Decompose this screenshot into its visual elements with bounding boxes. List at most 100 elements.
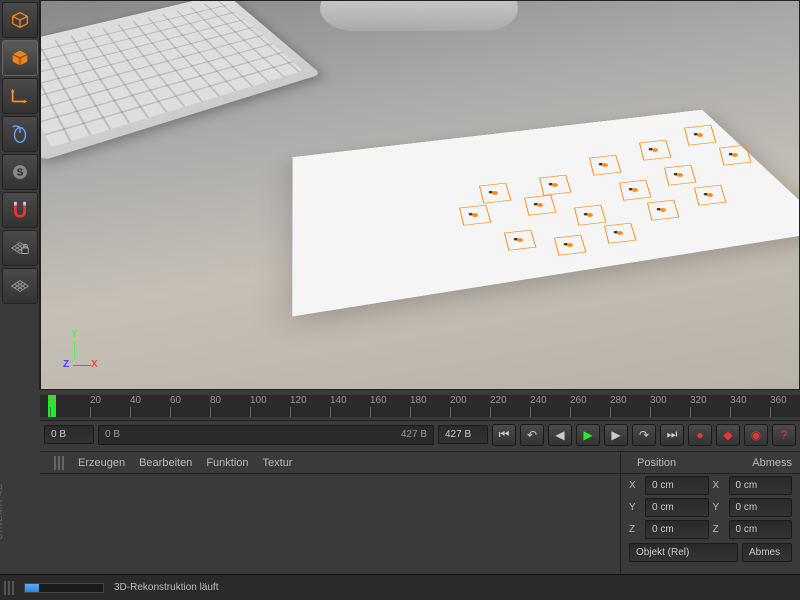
status-grip-icon[interactable]: [4, 581, 14, 595]
goto-first-button[interactable]: ⏮: [492, 424, 516, 446]
range-end-label: 427 B: [401, 429, 427, 440]
prev-frame-button[interactable]: ◀: [548, 424, 572, 446]
motion-tracker-marker[interactable]: [719, 145, 751, 166]
motion-tracker-marker[interactable]: [664, 165, 696, 186]
brand-line2: CINEMA 4D: [0, 482, 4, 540]
tool-magnet-icon[interactable]: [2, 192, 38, 228]
timeline-tick: 120: [290, 395, 307, 406]
timeline-tick: 180: [410, 395, 427, 406]
size-column-label: Abmess: [752, 457, 792, 469]
coord-y-label: Y: [629, 502, 641, 513]
timeline-tick: 220: [490, 395, 507, 406]
motion-tracker-marker[interactable]: [459, 205, 491, 226]
motion-tracker-marker[interactable]: [539, 175, 571, 196]
coord-mode-select[interactable]: Objekt (Rel): [629, 543, 738, 562]
menu-erzeugen[interactable]: Erzeugen: [78, 457, 125, 469]
timeline-tick: 240: [530, 395, 547, 406]
position-column-label: Position: [637, 457, 676, 469]
timeline-start-field[interactable]: 0 B: [44, 425, 94, 444]
record-button[interactable]: ●: [688, 424, 712, 446]
help-button[interactable]: ?: [772, 424, 796, 446]
coord-y-label2: Y: [713, 502, 725, 513]
timeline-tick: 160: [370, 395, 387, 406]
timeline-range-bar[interactable]: 0 B 427 B: [98, 425, 434, 445]
attribute-panel: Erzeugen Bearbeiten Funktion Textur Posi…: [40, 451, 800, 574]
motion-tracker-marker[interactable]: [504, 230, 536, 251]
timeline-tick: 60: [170, 395, 181, 406]
timeline-tick: 260: [570, 395, 587, 406]
menu-bearbeiten[interactable]: Bearbeiten: [139, 457, 192, 469]
timeline-tick: 0: [50, 395, 56, 406]
coordinates-panel: Position Abmess X 0 cm X 0 cm Y 0 cm Y 0…: [620, 452, 800, 574]
motion-tracker-marker[interactable]: [479, 183, 511, 204]
motion-tracker-marker[interactable]: [639, 140, 671, 161]
timeline-tick: 20: [90, 395, 101, 406]
coord-z-position-field[interactable]: 0 cm: [645, 520, 709, 539]
motion-tracker-marker[interactable]: [574, 205, 606, 226]
timeline-tick: 300: [650, 395, 667, 406]
tool-grid-icon[interactable]: [2, 268, 38, 304]
transport-bar: 0 B 0 B 427 B 427 B ⏮ ↶ ◀ ▶ ▶ ↷ ⏭ ● ◆ ◉ …: [40, 420, 800, 448]
coord-z-label: Z: [629, 524, 641, 535]
coord-x-label: X: [629, 480, 641, 491]
status-bar: 3D-Rekonstruktion läuft: [0, 574, 800, 600]
coord-x-position-field[interactable]: 0 cm: [645, 476, 709, 495]
attribute-left: Erzeugen Bearbeiten Funktion Textur: [40, 452, 620, 574]
tool-sphere-s-icon[interactable]: S: [2, 154, 38, 190]
size-mode-select[interactable]: Abmes: [742, 543, 792, 562]
axis-z-label: Z: [63, 359, 69, 370]
viewport-scene: Y X Z: [41, 1, 799, 389]
forward-button[interactable]: ↷: [632, 424, 656, 446]
viewport[interactable]: Y X Z: [40, 0, 800, 390]
coord-y-position-field[interactable]: 0 cm: [645, 498, 709, 517]
motion-tracker-marker[interactable]: [619, 180, 651, 201]
timeline-ruler[interactable]: 0 20 40 60 80 100 120 140 160 180 200 220 240 260 280 3…: [40, 395, 800, 417]
panel-grip-icon[interactable]: [54, 456, 64, 470]
status-text: 3D-Rekonstruktion läuft: [114, 582, 219, 593]
timeline-tick: 340: [730, 395, 747, 406]
motion-tracker-marker[interactable]: [694, 185, 726, 206]
coord-x-label2: X: [713, 480, 725, 491]
timeline-tick: 320: [690, 395, 707, 406]
coord-x-size-field[interactable]: 0 cm: [729, 476, 793, 495]
tool-model-wire-icon[interactable]: [2, 2, 38, 38]
range-start-label: 0 B: [105, 429, 120, 440]
tool-axis-move-icon[interactable]: [2, 78, 38, 114]
autokey-button[interactable]: ◉: [744, 424, 768, 446]
timeline-tick: 200: [450, 395, 467, 406]
attribute-menu: Erzeugen Bearbeiten Funktion Textur: [40, 452, 620, 474]
timeline-tick: 40: [130, 395, 141, 406]
play-button[interactable]: ▶: [576, 424, 600, 446]
svg-text:S: S: [17, 168, 24, 179]
scene-keyboard: [40, 0, 321, 161]
menu-funktion[interactable]: Funktion: [206, 457, 248, 469]
tool-mouse-icon[interactable]: [2, 116, 38, 152]
keyframe-button[interactable]: ◆: [716, 424, 740, 446]
timeline-tick: 80: [210, 395, 221, 406]
brand-logo: MAXON CINEMA 4D: [0, 482, 4, 540]
axis-y-label: Y: [71, 329, 78, 340]
motion-tracker-marker[interactable]: [554, 235, 586, 256]
scene-monitor-base: [314, 0, 524, 31]
timeline-current-field[interactable]: 427 B: [438, 425, 488, 444]
timeline-tick: 280: [610, 395, 627, 406]
motion-tracker-marker[interactable]: [684, 125, 716, 146]
coord-y-size-field[interactable]: 0 cm: [729, 498, 793, 517]
rewind-button[interactable]: ↶: [520, 424, 544, 446]
left-toolbar: S: [0, 0, 40, 390]
motion-tracker-marker[interactable]: [589, 155, 621, 176]
timeline-tick: 100: [250, 395, 267, 406]
menu-textur[interactable]: Textur: [263, 457, 293, 469]
tool-model-solid-icon[interactable]: [2, 40, 38, 76]
next-frame-button[interactable]: ▶: [604, 424, 628, 446]
motion-tracker-marker[interactable]: [604, 223, 636, 244]
coord-z-label2: Z: [713, 524, 725, 535]
progress-bar: [24, 583, 104, 593]
motion-tracker-marker[interactable]: [647, 200, 679, 221]
axis-x-label: X: [91, 359, 98, 370]
motion-tracker-marker[interactable]: [524, 195, 556, 216]
tool-grid-lock-icon[interactable]: [2, 230, 38, 266]
timeline-tick: 140: [330, 395, 347, 406]
coord-z-size-field[interactable]: 0 cm: [729, 520, 793, 539]
goto-last-button[interactable]: ⏭: [660, 424, 684, 446]
